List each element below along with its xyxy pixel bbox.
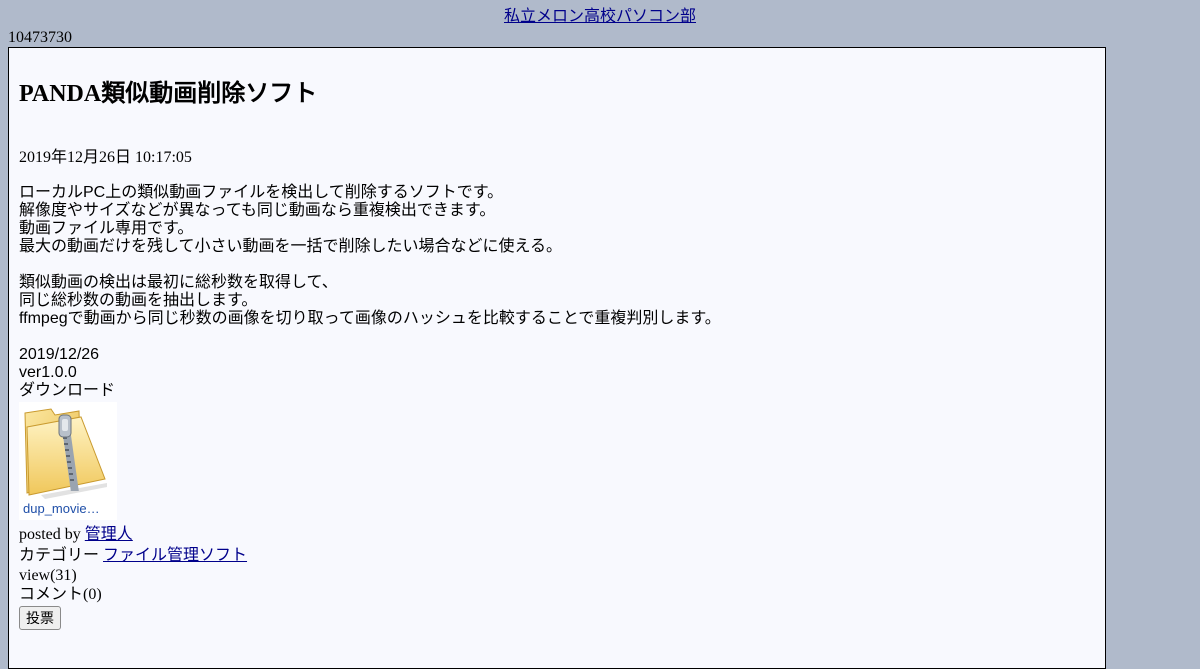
body-line: 類似動画の検出は最初に総秒数を取得して、 (19, 274, 338, 291)
author-link[interactable]: 管理人 (85, 526, 133, 543)
body-line: ffmpegで動画から同じ秒数の画像を切り取って画像のハッシュを比較することで重… (19, 310, 721, 327)
post-title: PANDA類似動画削除ソフト (19, 81, 318, 107)
posted-by-label: posted by (19, 526, 81, 543)
category-link[interactable]: ファイル管理ソフト (103, 547, 247, 564)
post-container: PANDA類似動画削除ソフト 2019年12月26日 10:17:05 ローカル… (8, 47, 1106, 669)
site-title-link[interactable]: 私立メロン高校パソコン部 (504, 8, 696, 25)
download-label: ダウンロード (19, 382, 116, 399)
site-header: 私立メロン高校パソコン部 (0, 7, 1200, 27)
view-count: view(31) (19, 567, 77, 584)
attachment-filename[interactable]: dup_movie… (23, 501, 113, 516)
body-line (19, 256, 721, 274)
body-line: ローカルPC上の類似動画ファイルを検出して削除するソフトです。 (19, 184, 504, 201)
post-date: 2019年12月26日 10:17:05 (19, 149, 192, 166)
body-line: 解像度やサイズなどが異なっても同じ動画なら重複検出できます。 (19, 202, 496, 219)
access-counter: 10473730 (8, 29, 72, 46)
body-line: 同じ総秒数の動画を抽出します。 (19, 292, 258, 309)
vote-button[interactable]: 投票 (19, 606, 61, 630)
download-attachment[interactable]: dup_movie… (19, 402, 117, 520)
post-body: ローカルPC上の類似動画ファイルを検出して削除するソフトです。 解像度やサイズな… (19, 184, 721, 400)
body-line (19, 328, 721, 346)
comment-count: コメント(0) (19, 586, 102, 603)
zip-folder-icon (21, 407, 111, 506)
body-line: ver1.0.0 (19, 364, 77, 381)
category-label: カテゴリー (19, 547, 100, 564)
post-author-line: posted by 管理人 (19, 525, 133, 545)
body-line: 動画ファイル専用です。 (19, 220, 194, 237)
body-line: 2019/12/26 (19, 346, 100, 363)
body-line: 最大の動画だけを残して小さい動画を一括で削除したい場合などに使える。 (19, 238, 563, 255)
post-category-line: カテゴリー ファイル管理ソフト (19, 546, 247, 566)
